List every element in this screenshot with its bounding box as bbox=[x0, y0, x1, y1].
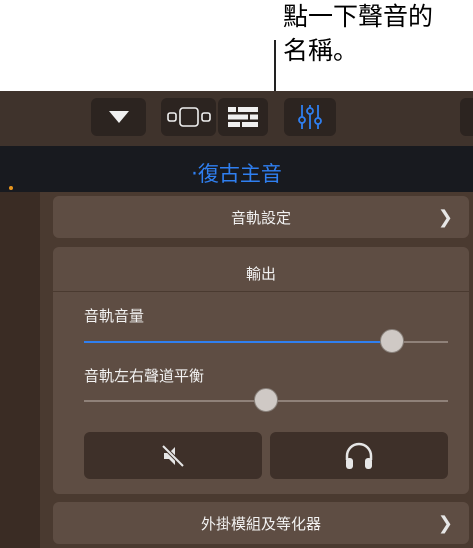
collapse-button[interactable] bbox=[91, 98, 146, 136]
output-title: 輸出 bbox=[245, 265, 276, 283]
volume-knob[interactable] bbox=[379, 329, 404, 353]
triangle-down-icon bbox=[108, 111, 129, 123]
volume-label: 音軌音量 bbox=[84, 307, 145, 325]
volume-fill bbox=[84, 341, 392, 343]
track-settings-label: 音軌設定 bbox=[230, 208, 291, 227]
track-strip bbox=[0, 192, 40, 548]
mixer-grid-icon bbox=[228, 107, 258, 127]
solo-button[interactable] bbox=[270, 432, 448, 479]
track-settings-row[interactable]: 音軌設定 ❯ bbox=[53, 196, 469, 238]
chevron-right-icon: ❯ bbox=[437, 207, 453, 228]
output-section: 輸出 音軌音量 音軌左右聲道平衡 bbox=[53, 247, 469, 494]
plugins-eq-row[interactable]: 外掛模組及等化器 ❯ bbox=[53, 502, 469, 544]
plugins-eq-label: 外掛模組及等化器 bbox=[200, 514, 321, 533]
playhead-marker bbox=[9, 186, 13, 190]
speaker-muted-icon bbox=[161, 444, 185, 467]
divider bbox=[53, 291, 469, 292]
toolbar-extra-button[interactable] bbox=[460, 98, 473, 136]
pan-label: 音軌左右聲道平衡 bbox=[84, 367, 205, 385]
track-name[interactable]: ‧復古主音 bbox=[0, 158, 473, 188]
volume-slider[interactable] bbox=[84, 329, 448, 353]
pan-slider[interactable] bbox=[84, 388, 448, 412]
view-mode-icon bbox=[166, 107, 211, 127]
chevron-right-icon: ❯ bbox=[437, 513, 453, 534]
controls-button[interactable] bbox=[284, 98, 336, 136]
pan-knob[interactable] bbox=[254, 388, 278, 412]
view-mode-button[interactable] bbox=[161, 98, 216, 136]
headphones-icon bbox=[345, 442, 373, 469]
mixer-grid-button[interactable] bbox=[218, 98, 268, 136]
toolbar bbox=[0, 91, 473, 146]
controls-sliders-icon bbox=[298, 105, 322, 129]
mute-button[interactable] bbox=[84, 432, 262, 479]
callout-text: 點一下聲音的 名稱。 bbox=[283, 2, 434, 65]
